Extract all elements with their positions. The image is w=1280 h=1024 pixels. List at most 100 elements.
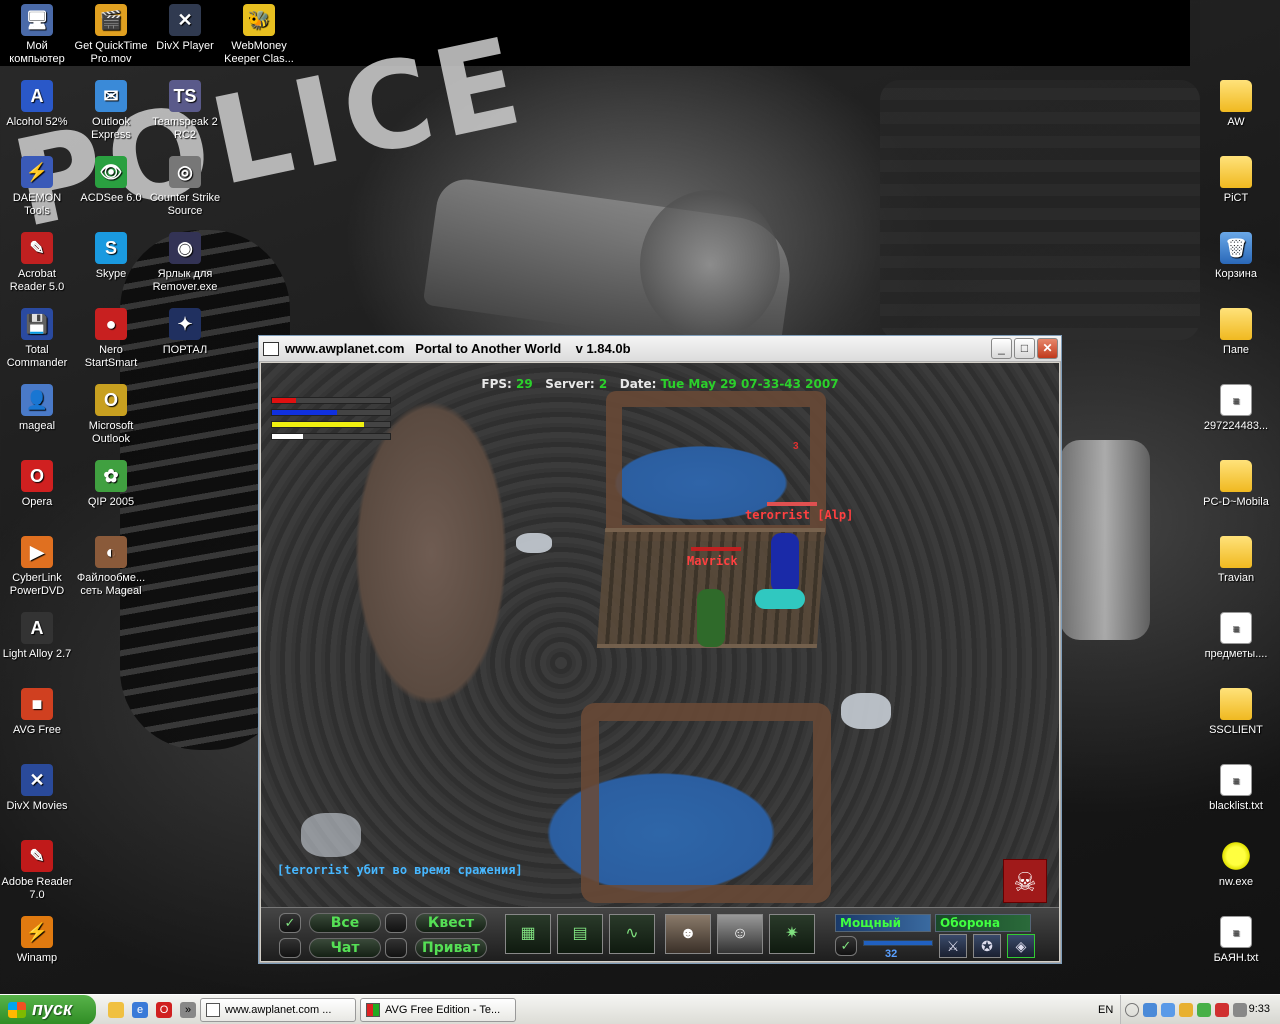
mode-confirm-check[interactable]: ✓ (835, 936, 857, 956)
player-health-bar (691, 547, 741, 551)
desktop-icon[interactable]: TS Teamspeak 2 RC2 (148, 80, 222, 142)
taskbar-item-awplanet[interactable]: www.awplanet.com ... (200, 998, 356, 1022)
desktop-icon[interactable]: ✎ Adobe Reader 7.0 (0, 840, 74, 902)
desktop-icon[interactable]: 🖥 Мой компьютер (0, 4, 74, 66)
tray-expand-icon[interactable] (1125, 1003, 1139, 1017)
desktop-icon[interactable]: O Opera (0, 460, 74, 509)
minimize-button[interactable]: _ (991, 338, 1012, 359)
desktop-icon-label: mageal (18, 420, 56, 432)
close-button[interactable]: ✕ (1037, 338, 1058, 359)
tray-daemon-icon[interactable] (1179, 1003, 1193, 1017)
desktop-icon[interactable]: O Microsoft Outlook (74, 384, 148, 446)
chat-quest-button[interactable]: Квест (415, 913, 487, 933)
chat-chat-button[interactable]: Чат (309, 938, 381, 958)
desktop-icon-glyph: ⚡ (21, 916, 53, 948)
desktop-icon[interactable]: ■ AVG Free (0, 688, 74, 737)
desktop-icon[interactable]: ✦ ПОРТАЛ (148, 308, 222, 357)
enemy-mount[interactable] (755, 589, 805, 609)
quicklaunch-icq-icon[interactable] (108, 1002, 124, 1018)
chat-private-button[interactable]: Приват (415, 938, 487, 958)
desktop-icon[interactable]: A Light Alloy 2.7 (0, 612, 74, 661)
maximize-button[interactable]: □ (1014, 338, 1035, 359)
tray-network-icon[interactable] (1143, 1003, 1157, 1017)
desktop-icon[interactable]: ▶ CyberLink PowerDVD (0, 536, 74, 598)
attack-mode-power[interactable]: Мощный (835, 914, 931, 932)
desktop-icon[interactable]: ≡ 297224483... (1196, 384, 1276, 433)
desktop-icon[interactable]: 🎬 Get QuickTime Pro.mov (74, 4, 148, 66)
item-skill-icon[interactable]: ◈ (1007, 934, 1035, 958)
attack-mode-defense[interactable]: Оборона (935, 914, 1031, 932)
desktop-icon[interactable]: 🐝 WebMoney Keeper Clas... (222, 4, 296, 66)
language-indicator[interactable]: EN (1098, 1004, 1113, 1016)
compass-icon[interactable]: ✷ (769, 914, 815, 954)
desktop-icon[interactable]: nw.exe (1196, 840, 1276, 889)
desktop-icon-glyph: ◎ (169, 156, 201, 188)
tray-avg-icon[interactable] (1215, 1003, 1229, 1017)
stats-graph-icon[interactable]: ∿ (609, 914, 655, 954)
chat-filter-check[interactable]: ✓ (279, 913, 301, 933)
desktop-icon[interactable]: PC-D~Mobila (1196, 460, 1276, 509)
desktop-icon[interactable]: ✉ Outlook Express (74, 80, 148, 142)
chat-chat-check[interactable] (279, 938, 301, 958)
window-titlebar[interactable]: www.awplanet.com Portal to Another World… (259, 336, 1061, 362)
desktop-icon[interactable]: A Alcohol 52% (0, 80, 74, 129)
window-app-icon[interactable] (263, 341, 279, 356)
desktop-icon[interactable]: AW (1196, 80, 1276, 129)
desktop-icon[interactable]: 💾 Total Commander (0, 308, 74, 370)
shield-skill-icon[interactable]: ✪ (973, 934, 1001, 958)
desktop-icon[interactable]: ◐ Файлообме... сеть Mageal (74, 536, 148, 598)
chat-all-button[interactable]: Все (309, 913, 381, 933)
desktop-icon[interactable]: ● Nero StartSmart (74, 308, 148, 370)
desktop-icon-glyph: 👁 (95, 156, 127, 188)
player-character[interactable] (697, 589, 725, 647)
desktop-icon[interactable]: ≡ предметы.... (1196, 612, 1276, 661)
desktop-icon[interactable]: ≡ БАЯН.txt (1196, 916, 1276, 965)
enemy-name[interactable]: terorrist [Alp] (745, 508, 853, 522)
desktop-icon[interactable]: ◎ Counter Strike Source (148, 156, 222, 218)
profile-silhouette-icon[interactable]: ☺ (717, 914, 763, 954)
desktop-icon[interactable]: 👤 mageal (0, 384, 74, 433)
desktop-icon[interactable]: ✎ Acrobat Reader 5.0 (0, 232, 74, 294)
quicklaunch-opera-icon[interactable]: O (156, 1002, 172, 1018)
desktop-icon[interactable]: PiCT (1196, 156, 1276, 205)
desktop-icon-glyph: ▶ (21, 536, 53, 568)
desktop-icon[interactable]: ✿ QIP 2005 (74, 460, 148, 509)
desktop-icon-glyph: ● (95, 308, 127, 340)
desktop-icon[interactable]: SSCLIENT (1196, 688, 1276, 737)
windows-flag-icon (8, 1002, 26, 1018)
wallpaper-cylinder (1060, 440, 1150, 640)
taskbar-item-avg[interactable]: AVG Free Edition - Te... (360, 998, 516, 1022)
damage-number: 3 (793, 441, 799, 452)
desktop-icon[interactable]: ≡ blacklist.txt (1196, 764, 1276, 813)
desktop-icon[interactable]: ⚡ DAEMON Tools (0, 156, 74, 218)
start-button[interactable]: пуск (0, 995, 96, 1024)
desktop-icon[interactable]: S Skype (74, 232, 148, 281)
clock[interactable]: 9:33 (1249, 1003, 1270, 1015)
chat-private-check[interactable] (385, 938, 407, 958)
character-portrait-icon[interactable]: ☻ (665, 914, 711, 954)
desktop-icon[interactable]: Travian (1196, 536, 1276, 585)
desktop-icon[interactable]: ✕ DivX Player (148, 4, 222, 53)
pk-skull-icon[interactable]: ☠ (1003, 859, 1047, 903)
desktop-icon[interactable]: 🗑 Корзина (1196, 232, 1276, 281)
quicklaunch-ie-icon[interactable]: e (132, 1002, 148, 1018)
desktop-icon[interactable]: Папе (1196, 308, 1276, 357)
desktop-icon[interactable]: 👁 ACDSee 6.0 (74, 156, 148, 205)
player-name[interactable]: Mavrick (687, 554, 738, 568)
tray-network2-icon[interactable] (1161, 1003, 1175, 1017)
crossed-swords-icon[interactable]: ⚔ (939, 934, 967, 958)
map-grid-icon[interactable]: ▤ (557, 914, 603, 954)
game-window[interactable]: www.awplanet.com Portal to Another World… (258, 335, 1062, 964)
tray-volume-icon[interactable] (1233, 1003, 1247, 1017)
desktop-icon[interactable]: ◉ Ярлык для Remover.exe (148, 232, 222, 294)
tray-icq-icon[interactable] (1197, 1003, 1211, 1017)
game-viewport[interactable]: FPS: 29 Server: 2 Date: Tue May 29 07-33… (261, 363, 1059, 907)
inventory-chip-icon[interactable]: ▦ (505, 914, 551, 954)
chat-quest-check[interactable] (385, 913, 407, 933)
desktop-icon[interactable]: ✕ DivX Movies (0, 764, 74, 813)
desktop-icon-label: Корзина (1215, 268, 1257, 280)
quicklaunch-more-icon[interactable]: » (180, 1002, 196, 1018)
desktop-icon[interactable]: ⚡ Winamp (0, 916, 74, 965)
start-label: пуск (32, 999, 73, 1019)
enemy-character[interactable] (771, 533, 799, 593)
